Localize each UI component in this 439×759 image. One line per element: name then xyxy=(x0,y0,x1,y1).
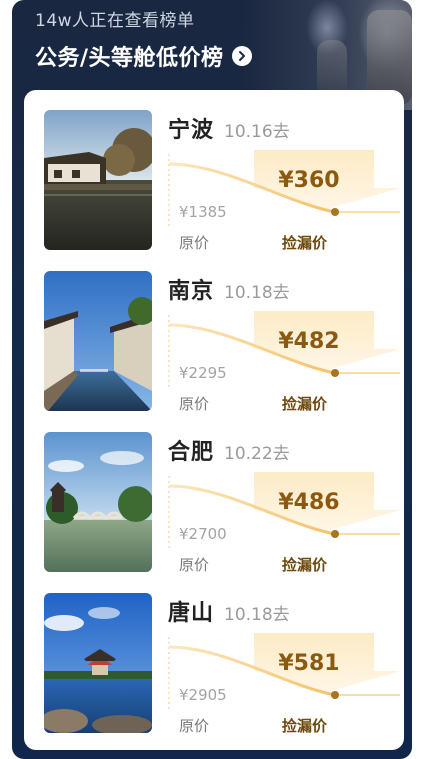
deal-price-label: 捡漏价 xyxy=(282,717,328,735)
deal-item[interactable]: 南京 10.18去 ¥482 ¥2295 原价 捡漏价 xyxy=(24,251,404,413)
original-price: ¥1385 xyxy=(179,203,227,221)
deal-price: ¥581 xyxy=(278,651,340,676)
deal-price-label: 捡漏价 xyxy=(282,395,328,413)
city-photo xyxy=(44,432,152,572)
departure-date: 10.16去 xyxy=(224,122,290,142)
viewers-count-text: 14w人正在查看榜单 xyxy=(35,11,195,31)
city-photo xyxy=(44,593,152,733)
city-name: 唐山 xyxy=(168,601,215,626)
original-price: ¥2700 xyxy=(179,525,227,543)
original-price-label: 原价 xyxy=(179,556,210,574)
original-price: ¥2295 xyxy=(179,364,227,382)
city-name: 南京 xyxy=(168,279,215,304)
deal-price-label: 捡漏价 xyxy=(282,234,328,252)
city-photo xyxy=(44,271,152,411)
deal-price: ¥360 xyxy=(278,168,340,193)
city-photo xyxy=(44,110,152,250)
chevron-right-icon xyxy=(231,46,252,66)
departure-date: 10.18去 xyxy=(224,605,290,625)
deal-item[interactable]: 合肥 10.22去 ¥486 ¥2700 原价 捡漏价 xyxy=(24,412,404,574)
deal-price: ¥482 xyxy=(278,329,340,354)
original-price-label: 原价 xyxy=(179,717,210,735)
deal-price-label: 捡漏价 xyxy=(282,556,328,574)
departure-date: 10.18去 xyxy=(224,283,290,303)
ranking-title-link[interactable]: 公务/头等舱低价榜 xyxy=(35,40,252,72)
departure-date: 10.22去 xyxy=(224,444,290,464)
deal-price: ¥486 xyxy=(278,490,340,515)
original-price-label: 原价 xyxy=(179,234,210,252)
deals-card: 宁波 10.16去 ¥360 ¥1385 原价 捡漏价 南京 10.18去 ¥4… xyxy=(24,90,404,750)
deal-item[interactable]: 唐山 10.18去 ¥581 ¥2905 原价 捡漏价 xyxy=(24,573,404,735)
ranking-title: 公务/头等舱低价榜 xyxy=(35,46,224,71)
original-price: ¥2905 xyxy=(179,686,227,704)
original-price-label: 原价 xyxy=(179,395,210,413)
city-name: 合肥 xyxy=(168,440,215,465)
city-name: 宁波 xyxy=(168,118,215,143)
deal-item[interactable]: 宁波 10.16去 ¥360 ¥1385 原价 捡漏价 xyxy=(24,90,404,252)
